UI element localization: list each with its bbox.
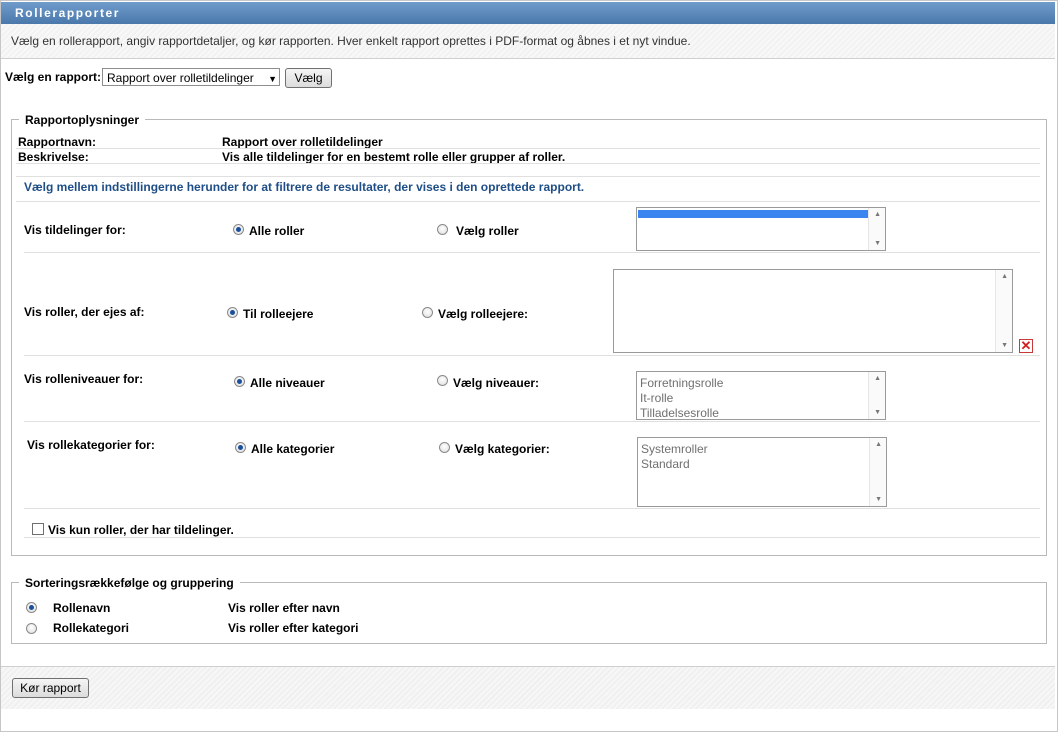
list-item[interactable]: Standard (641, 457, 690, 471)
divider (16, 176, 1040, 177)
levels-listbox[interactable]: Forretningsrolle It-rolle Tilladelsesrol… (636, 371, 886, 420)
select-categories-radio[interactable] (439, 442, 450, 453)
all-roles-label: Alle roller (249, 224, 305, 238)
dropdown-arrow-icon: ▼ (268, 74, 277, 84)
all-levels-label: Alle niveauer (250, 376, 325, 390)
owners-listbox[interactable]: ▲ ▼ (613, 269, 1013, 353)
select-roles-radio[interactable] (437, 224, 448, 235)
report-name-value: Rapport over rolletildelinger (222, 135, 383, 149)
all-categories-label: Alle kategorier (251, 442, 335, 456)
report-name-label: Rapportnavn: (18, 135, 96, 149)
all-roles-radio[interactable] (233, 224, 244, 235)
scroll-down-icon[interactable]: ▼ (875, 496, 882, 503)
scroll-up-icon[interactable]: ▲ (874, 375, 881, 382)
report-select-label: Vælg en rapport: (5, 70, 102, 84)
select-owners-label: Vælg rolleejere: (438, 307, 529, 321)
to-role-owners-label: Til rolleejere (243, 307, 314, 321)
scroll-down-icon[interactable]: ▼ (1001, 342, 1008, 349)
divider (24, 537, 1040, 538)
sort-by-category-label: Rollekategori (53, 621, 130, 635)
divider (24, 508, 1040, 509)
report-desc-label: Beskrivelse: (18, 150, 89, 164)
report-desc-value: Vis alle tildelinger for en bestemt roll… (222, 150, 566, 164)
select-levels-label: Vælg niveauer: (453, 376, 540, 390)
select-roles-label: Vælg roller (456, 224, 519, 238)
levels-label: Vis rolleniveauer for: (24, 372, 144, 386)
scroll-down-icon[interactable]: ▼ (874, 240, 881, 247)
report-info-legend: Rapportoplysninger (19, 113, 146, 127)
scroll-down-icon[interactable]: ▼ (874, 409, 881, 416)
divider (24, 355, 1040, 356)
window-title: Rollerapporter (1, 2, 1055, 24)
select-owners-radio[interactable] (422, 307, 433, 318)
scroll-up-icon[interactable]: ▲ (874, 211, 881, 218)
sort-fieldset (11, 582, 1047, 644)
sort-legend: Sorteringsrækkefølge og gruppering (19, 576, 240, 590)
assignments-label: Vis tildelinger for: (24, 223, 126, 237)
divider (16, 163, 1040, 164)
only-with-assignments-checkbox[interactable] (32, 523, 44, 535)
report-select-value: Rapport over rolletildelinger (107, 71, 254, 85)
report-select[interactable]: Rapport over rolletildelinger ▼ (102, 68, 280, 86)
list-item[interactable]: It-rolle (640, 391, 673, 405)
intro-text: Vælg en rollerapport, angiv rapportdetal… (1, 24, 1055, 59)
select-levels-radio[interactable] (437, 375, 448, 386)
to-role-owners-radio[interactable] (227, 307, 238, 318)
list-item[interactable]: Forretningsrolle (640, 376, 723, 390)
listbox-selection (638, 210, 869, 218)
divider (16, 148, 1040, 149)
scroll-up-icon[interactable]: ▲ (875, 441, 882, 448)
run-report-button[interactable]: Kør rapport (12, 678, 89, 698)
owners-label: Vis roller, der ejes af: (24, 305, 145, 319)
sort-by-name-desc: Vis roller efter navn (228, 601, 340, 615)
list-item[interactable]: Tilladelsesrolle (640, 406, 719, 419)
categories-label: Vis rollekategorier for: (27, 438, 155, 452)
sort-by-category-desc: Vis roller efter kategori (228, 621, 359, 635)
footer-bar (1, 666, 1055, 709)
divider (16, 201, 1040, 202)
sort-by-name-label: Rollenavn (53, 601, 111, 615)
sort-by-category-radio[interactable] (26, 623, 37, 634)
roles-listbox[interactable]: ▲ ▼ (636, 207, 886, 251)
divider (24, 252, 1040, 253)
all-categories-radio[interactable] (235, 442, 246, 453)
select-categories-label: Vælg kategorier: (455, 442, 550, 456)
scroll-up-icon[interactable]: ▲ (1001, 273, 1008, 280)
only-with-assignments-label: Vis kun roller, der har tildelinger. (48, 523, 234, 537)
divider (24, 421, 1040, 422)
all-levels-radio[interactable] (234, 376, 245, 387)
categories-listbox[interactable]: Systemroller Standard ▲ ▼ (637, 437, 887, 507)
remove-owner-icon[interactable]: ✕ (1019, 339, 1033, 353)
filter-note: Vælg mellem indstillingerne herunder for… (24, 180, 585, 194)
sort-by-name-radio[interactable] (26, 602, 37, 613)
list-item[interactable]: Systemroller (641, 442, 708, 456)
scrollbar[interactable] (995, 270, 1012, 352)
choose-report-button[interactable]: Vælg (285, 68, 332, 88)
